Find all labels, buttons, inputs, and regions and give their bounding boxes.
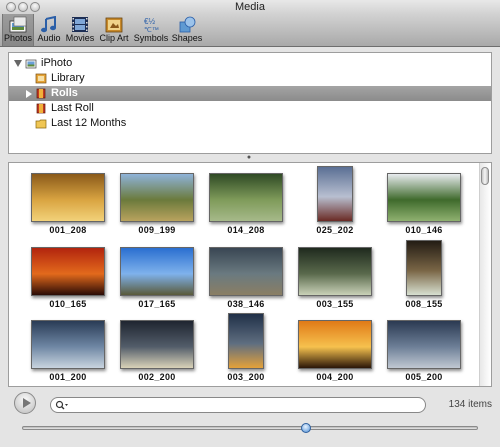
media-item[interactable]: 038_146 [201, 242, 291, 312]
media-item[interactable]: 004_200 [290, 315, 380, 385]
title-bar: Media [0, 0, 500, 14]
tab-photos[interactable]: Photos [2, 14, 34, 46]
photo-thumbnail[interactable] [120, 173, 194, 222]
search-input[interactable] [73, 399, 413, 411]
vertical-scrollbar[interactable] [479, 163, 491, 386]
media-item-caption: 001_208 [49, 225, 87, 235]
search-field [50, 397, 426, 413]
source-list: iPhoto Library Rolls Last Roll Last 12 M… [8, 52, 492, 154]
audio-note-icon [41, 16, 56, 33]
play-button[interactable] [14, 392, 36, 414]
media-item[interactable]: 008_155 [379, 240, 469, 312]
photo-thumbnail[interactable] [209, 247, 283, 296]
media-item[interactable]: 003_155 [290, 242, 380, 312]
roll-icon [36, 103, 46, 114]
media-item-caption: 002_200 [138, 372, 176, 382]
photo-thumbnail[interactable] [31, 173, 105, 222]
source-item-label: iPhoto [41, 57, 73, 69]
media-item[interactable]: 005_200 [379, 315, 469, 385]
disclosure-open-icon[interactable] [14, 60, 22, 67]
media-item-caption: 008_155 [405, 299, 443, 309]
tab-shapes[interactable]: Shapes [171, 14, 203, 46]
media-item-caption: 001_200 [49, 372, 87, 382]
photo-thumbnail[interactable] [31, 247, 105, 296]
thumbnail-size-slider[interactable] [22, 423, 478, 433]
rolls-icon [36, 88, 46, 99]
tab-clip-art-label: Clip Art [99, 33, 129, 43]
source-item-label: Last 12 Months [51, 117, 127, 129]
tab-audio[interactable]: Audio [36, 14, 62, 46]
media-grid: 001_208 009_199 014_208 025_202 010_146 010_1… [8, 162, 492, 387]
photo-thumbnail[interactable] [120, 320, 194, 369]
source-item-label: Library [51, 72, 85, 84]
tab-photos-label: Photos [3, 33, 33, 43]
media-item-caption: 009_199 [138, 225, 176, 235]
photo-thumbnail[interactable] [387, 173, 461, 222]
media-item[interactable]: 014_208 [201, 168, 291, 238]
source-item-last-12-months[interactable]: Last 12 Months [9, 116, 491, 131]
media-item-caption: 010_146 [405, 225, 443, 235]
media-item-caption: 025_202 [316, 225, 354, 235]
tab-movies-label: Movies [65, 33, 95, 43]
tab-shapes-label: Shapes [171, 33, 203, 43]
photo-thumbnail[interactable] [298, 320, 372, 369]
item-count: 134 items [448, 399, 492, 410]
toolbar: Photos Audio Movies Clip Art €½ ℃™ Symbo… [0, 14, 500, 47]
media-item-caption: 017_165 [138, 299, 176, 309]
media-item[interactable]: 025_202 [290, 166, 380, 238]
source-item-iphoto[interactable]: iPhoto [9, 56, 491, 71]
shapes-icon [179, 16, 196, 33]
window-title: Media [235, 1, 265, 13]
media-browser-window: Media Photos Audio Movies Clip Art €½ ℃™… [0, 0, 500, 447]
source-item-rolls[interactable]: Rolls [9, 86, 491, 101]
tab-symbols[interactable]: €½ ℃™ Symbols [133, 14, 169, 46]
svg-text:€½: €½ [144, 17, 155, 26]
photo-thumbnail[interactable] [317, 166, 353, 222]
symbols-icon: €½ ℃™ [144, 17, 159, 33]
clip-art-icon [105, 17, 123, 33]
folder-icon [35, 119, 47, 129]
source-item-last-roll[interactable]: Last Roll [9, 101, 491, 116]
iphoto-icon [25, 59, 37, 69]
photo-thumbnail[interactable] [228, 313, 264, 369]
photo-thumbnail[interactable] [298, 247, 372, 296]
media-item-caption: 003_200 [227, 372, 265, 382]
media-item-caption: 004_200 [316, 372, 354, 382]
photo-thumbnail[interactable] [406, 240, 442, 296]
media-item-caption: 038_146 [227, 299, 265, 309]
source-item-label: Rolls [51, 87, 78, 99]
media-item[interactable]: 002_200 [112, 315, 202, 385]
tab-movies[interactable]: Movies [64, 14, 96, 46]
media-item[interactable]: 003_200 [201, 313, 291, 385]
source-item-library[interactable]: Library [9, 71, 491, 86]
media-item[interactable]: 010_165 [23, 242, 113, 312]
media-item-caption: 014_208 [227, 225, 265, 235]
photo-thumbnail[interactable] [120, 247, 194, 296]
media-item[interactable]: 010_146 [379, 168, 469, 238]
slider-knob[interactable] [301, 423, 311, 433]
search-icon[interactable] [55, 400, 69, 411]
media-item[interactable]: 009_199 [112, 168, 202, 238]
disclosure-closed-icon[interactable] [26, 90, 32, 98]
media-item-caption: 005_200 [405, 372, 443, 382]
source-item-label: Last Roll [51, 102, 94, 114]
media-item-caption: 010_165 [49, 299, 87, 309]
film-strip-icon [72, 17, 88, 32]
media-item[interactable]: 017_165 [112, 242, 202, 312]
photo-thumbnail[interactable] [387, 320, 461, 369]
photo-thumbnail[interactable] [209, 173, 283, 222]
split-view-handle[interactable]: ● [244, 154, 254, 161]
tab-clip-art[interactable]: Clip Art [97, 14, 131, 46]
media-item[interactable]: 001_200 [23, 315, 113, 385]
tab-symbols-label: Symbols [133, 33, 169, 43]
library-icon [35, 73, 47, 84]
photo-thumbnail[interactable] [31, 320, 105, 369]
media-item[interactable]: 001_208 [23, 168, 113, 238]
tab-audio-label: Audio [37, 33, 61, 43]
photos-icon [9, 16, 27, 33]
media-item-caption: 003_155 [316, 299, 354, 309]
scrollbar-thumb[interactable] [481, 167, 489, 185]
